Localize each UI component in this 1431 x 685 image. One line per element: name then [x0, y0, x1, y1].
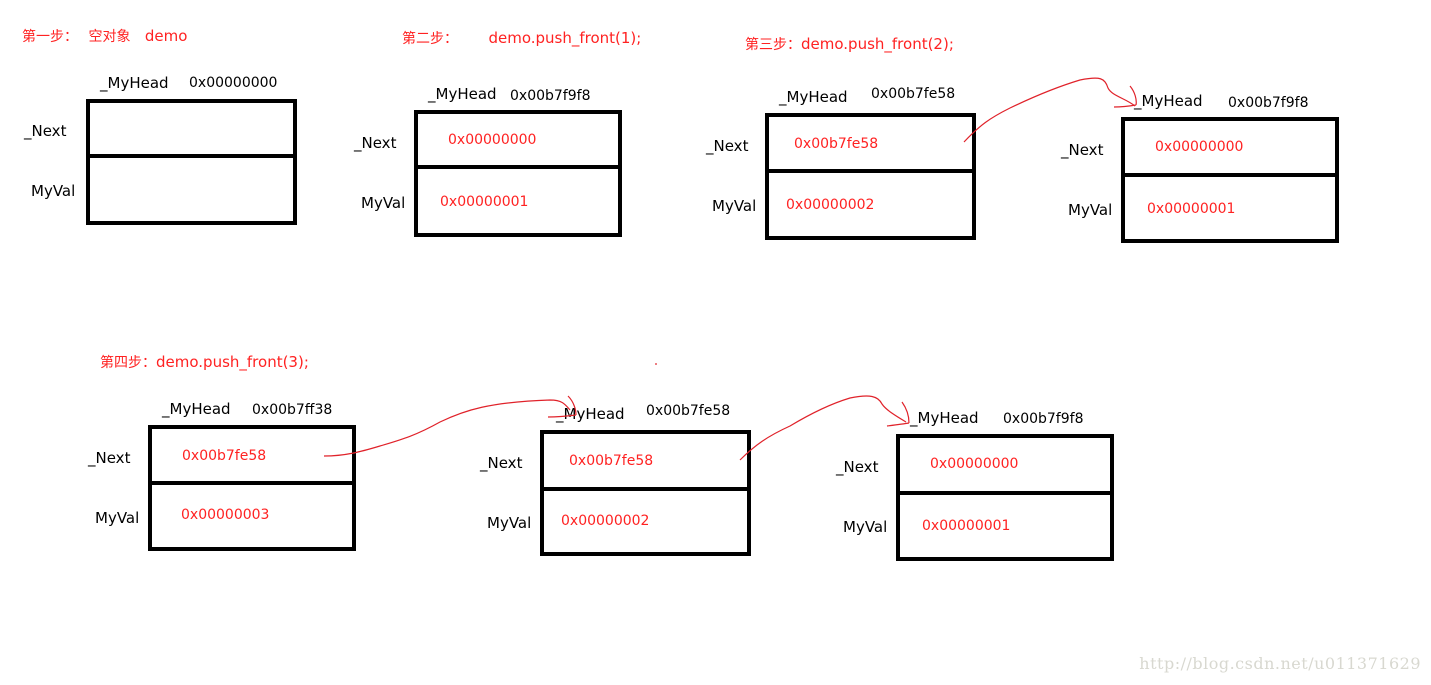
next-value: 0x00000000 — [930, 456, 1019, 472]
head-label: _MyHead — [556, 405, 625, 423]
step-3-cmd: demo.push_front(2); — [801, 35, 954, 53]
val-value: 0x00000001 — [922, 518, 1011, 534]
node-box — [86, 99, 297, 225]
node-box — [896, 434, 1114, 561]
step-3-label: 第三步： — [745, 37, 801, 53]
val-label: MyVal — [712, 197, 757, 215]
node-box — [540, 430, 751, 556]
step-1-desc: 空对象 — [88, 29, 131, 45]
step-1-label: 第一步： — [22, 29, 78, 45]
val-label: MyVal — [487, 514, 532, 532]
val-label: MyVal — [843, 518, 888, 536]
node-address: 0x00000000 — [189, 75, 278, 91]
node-divider — [90, 154, 293, 158]
next-label: _Next — [706, 137, 749, 155]
node-divider — [769, 169, 972, 173]
step-4-label: 第四步： — [100, 355, 156, 371]
node-box — [148, 425, 356, 551]
val-value: 0x00000003 — [181, 507, 270, 523]
next-label: _Next — [1061, 141, 1104, 159]
node-box — [1121, 117, 1339, 243]
head-label: _MyHead — [162, 400, 231, 418]
step-2-label: 第二步： — [402, 31, 458, 47]
node-address: 0x00b7f9f8 — [1228, 95, 1309, 111]
next-value: 0x00000000 — [1155, 139, 1244, 155]
next-label: _Next — [836, 458, 879, 476]
step-1-title: 第一步： 空对象 demo — [22, 26, 187, 46]
head-label: _MyHead — [910, 409, 979, 427]
node-address: 0x00b7ff38 — [252, 402, 333, 418]
step-2-title: 第二步： demo.push_front(1); — [402, 28, 641, 48]
node-address: 0x00b7f9f8 — [1003, 411, 1084, 427]
node-divider — [1125, 173, 1335, 177]
val-label: MyVal — [95, 509, 140, 527]
next-value: 0x00b7fe58 — [569, 453, 654, 469]
next-label: _Next — [88, 449, 131, 467]
node-address: 0x00b7fe58 — [871, 86, 956, 102]
val-value: 0x00000001 — [440, 194, 529, 210]
step-4-cmd: demo.push_front(3); — [156, 353, 309, 371]
val-value: 0x00000001 — [1147, 201, 1236, 217]
next-value: 0x00b7fe58 — [794, 136, 879, 152]
next-label: _Next — [354, 134, 397, 152]
next-value: 0x00000000 — [448, 132, 537, 148]
arrow-step3-next — [963, 77, 1137, 143]
val-label: MyVal — [361, 194, 406, 212]
step-3-title: 第三步：demo.push_front(2); — [745, 34, 954, 54]
val-value: 0x00000002 — [561, 513, 650, 529]
next-label: _Next — [24, 122, 67, 140]
step-1-cmd: demo — [144, 27, 188, 45]
step-2-cmd: demo.push_front(1); — [488, 29, 642, 47]
head-label: _MyHead — [100, 74, 169, 92]
next-label: _Next — [480, 454, 523, 472]
node-divider — [152, 481, 352, 485]
node-address: 0x00b7f9f8 — [510, 88, 591, 104]
arrow-step4-next-2 — [739, 395, 910, 461]
stray-dot — [655, 363, 657, 365]
node-divider — [900, 491, 1110, 495]
head-label: _MyHead — [428, 85, 497, 103]
node-address: 0x00b7fe58 — [646, 403, 731, 419]
node-divider — [418, 165, 618, 169]
arrow-step4-next-1 — [323, 395, 577, 457]
head-label: _MyHead — [779, 88, 848, 106]
val-label: MyVal — [31, 182, 76, 200]
head-label: _MyHead — [1134, 92, 1203, 110]
node-box — [414, 110, 622, 237]
watermark: http://blog.csdn.net/u011371629 — [1139, 654, 1421, 673]
node-divider — [544, 487, 747, 491]
step-4-title: 第四步：demo.push_front(3); — [100, 352, 309, 372]
next-value: 0x00b7fe58 — [182, 448, 267, 464]
node-box — [765, 113, 976, 240]
val-value: 0x00000002 — [786, 197, 875, 213]
val-label: MyVal — [1068, 201, 1113, 219]
